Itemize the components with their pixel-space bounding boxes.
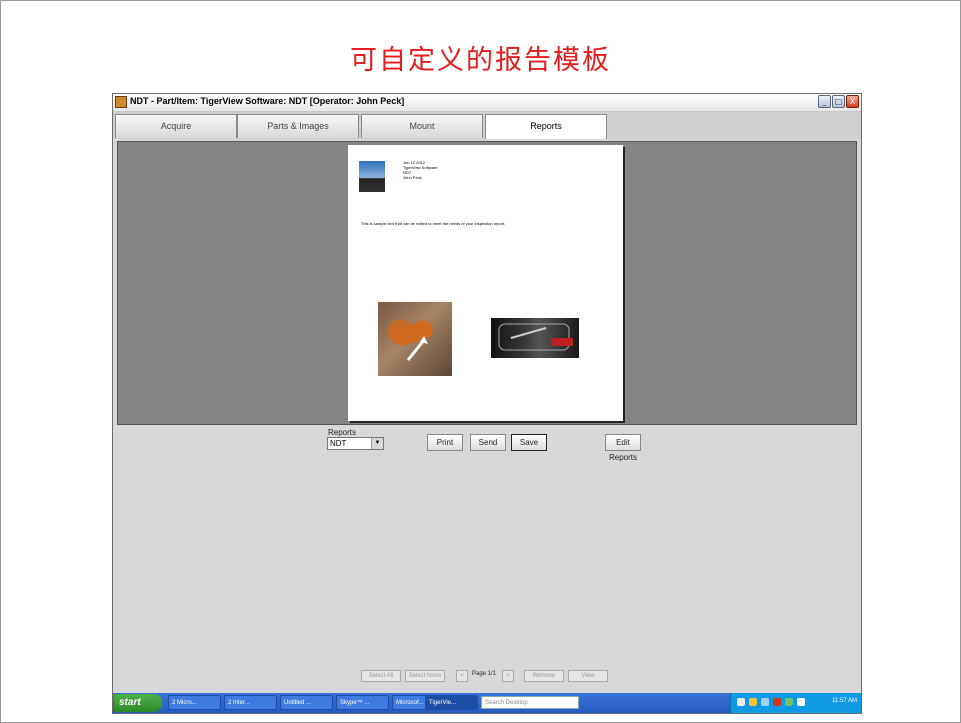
system-tray: 11:57 AM	[730, 693, 861, 713]
taskbar-item-active[interactable]: TigerVie...	[425, 695, 478, 710]
speaker-icon[interactable]	[797, 698, 805, 706]
reports-select-value: NDT	[330, 439, 347, 448]
tab-reports[interactable]: Reports	[485, 114, 607, 139]
report-controls: Reports NDT ▼ Print Send Save Edit Repor…	[113, 425, 861, 465]
remove-button[interactable]: Remove	[524, 670, 564, 682]
edit-reports-button[interactable]: Edit Reports	[605, 434, 641, 462]
select-all-button[interactable]: Select All	[361, 670, 401, 682]
reports-label: Reports	[328, 428, 357, 437]
page-indicator: Page 1/1	[472, 671, 497, 677]
tab-parts-images[interactable]: Parts & Images	[237, 114, 359, 138]
report-body-text: This is sample text that can be edited t…	[361, 221, 506, 226]
reports-select[interactable]: NDT ▼	[327, 437, 384, 450]
chevron-down-icon[interactable]: ▼	[371, 438, 383, 449]
tab-bar: Acquire Parts & Images Mount Reports	[113, 112, 861, 139]
network-icon[interactable]	[761, 698, 769, 706]
taskbar: start 2 Micro... 2 Inter... Untitled ...…	[113, 693, 861, 713]
pipe-corrosion-photo	[378, 302, 452, 376]
skype-icon[interactable]	[785, 698, 793, 706]
app-window: NDT - Part/Item: TigerView Software: NDT…	[112, 93, 862, 714]
tab-acquire[interactable]: Acquire	[115, 114, 237, 138]
app-icon	[115, 96, 127, 108]
search-icon[interactable]	[737, 698, 745, 706]
view-button[interactable]: View	[568, 670, 608, 682]
print-button[interactable]: Print	[427, 434, 463, 451]
close-button[interactable]: X	[846, 95, 859, 108]
shield-icon[interactable]	[749, 698, 757, 706]
page-navigation: Select All Select None < Page 1/1 > Remo…	[113, 668, 861, 684]
report-header: Jun 12 2012 TigerView Software NDT John …	[403, 160, 437, 180]
save-button[interactable]: Save	[511, 434, 547, 451]
select-none-button[interactable]: Select None	[405, 670, 445, 682]
prev-page-button[interactable]: <	[456, 670, 468, 682]
maximize-button[interactable]: □	[832, 95, 845, 108]
desktop-search-input[interactable]: Search Desktop	[481, 696, 579, 709]
report-page: Jun 12 2012 TigerView Software NDT John …	[348, 145, 623, 421]
taskbar-item[interactable]: 2 Micro...	[168, 695, 221, 710]
start-button[interactable]: start	[114, 694, 162, 712]
report-preview-pane: Jun 12 2012 TigerView Software NDT John …	[117, 141, 857, 425]
taskbar-item[interactable]: Skype™ ...	[336, 695, 389, 710]
next-page-button[interactable]: >	[502, 670, 514, 682]
send-button[interactable]: Send	[470, 434, 506, 451]
taskbar-item[interactable]: Untitled ...	[280, 695, 333, 710]
minimize-button[interactable]: _	[818, 95, 831, 108]
report-operator: John Peck	[403, 175, 422, 180]
company-logo-image	[359, 161, 385, 192]
antivirus-icon[interactable]	[773, 698, 781, 706]
xray-image	[491, 318, 579, 358]
tab-mount[interactable]: Mount	[361, 114, 483, 138]
taskbar-item[interactable]: 2 Inter...	[224, 695, 277, 710]
window-title: NDT - Part/Item: TigerView Software: NDT…	[130, 96, 405, 106]
clock: 11:57 AM	[832, 698, 857, 704]
slide-title: 可自定义的报告模板	[350, 45, 611, 76]
window-titlebar[interactable]: NDT - Part/Item: TigerView Software: NDT…	[113, 94, 861, 112]
